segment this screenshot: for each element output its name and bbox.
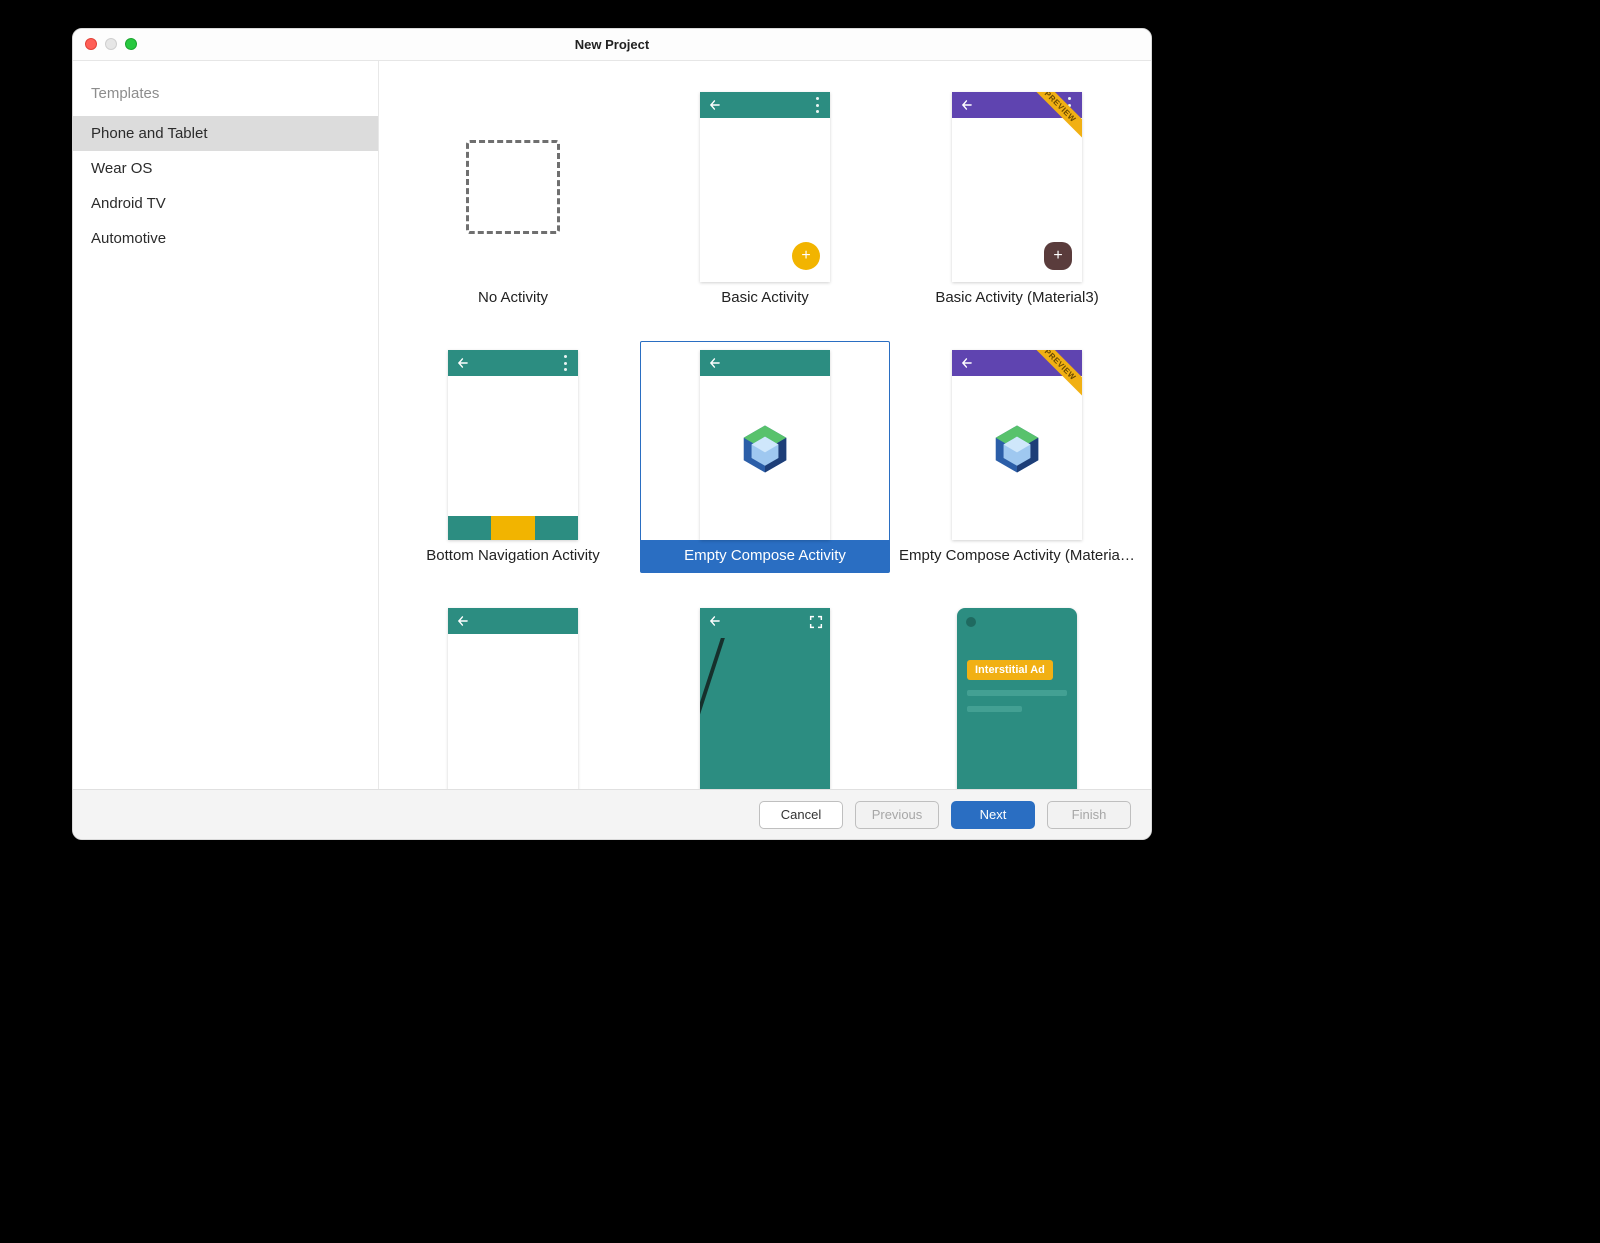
next-button[interactable]: Next bbox=[951, 801, 1035, 829]
template-thumbnail bbox=[448, 350, 578, 540]
overflow-menu-icon bbox=[558, 355, 572, 371]
fullscreen-icon bbox=[808, 614, 824, 630]
app-bar bbox=[448, 608, 578, 634]
template-thumbnail: Interstitial Ad bbox=[957, 608, 1077, 789]
dialog-body: Templates Phone and TabletWear OSAndroid… bbox=[73, 61, 1151, 789]
close-window-button[interactable] bbox=[85, 38, 97, 50]
minimize-window-button[interactable] bbox=[105, 38, 117, 50]
template-card[interactable]: Interstitial AdGoogle AdMob Ads Activity bbox=[892, 599, 1142, 789]
app-bar bbox=[448, 350, 578, 376]
template-scroll-area[interactable]: No Activity+Basic ActivityPREVIEW+Basic … bbox=[379, 61, 1151, 789]
template-label: Basic Activity (Material3) bbox=[893, 282, 1141, 314]
fab-icon: + bbox=[792, 242, 820, 270]
back-arrow-icon bbox=[456, 614, 470, 628]
template-label: Bottom Navigation Activity bbox=[389, 540, 637, 572]
template-gallery: No Activity+Basic ActivityPREVIEW+Basic … bbox=[379, 61, 1151, 789]
back-arrow-icon bbox=[708, 356, 722, 370]
template-card[interactable]: Empty Compose Activity bbox=[640, 341, 890, 573]
back-arrow-icon bbox=[960, 356, 974, 370]
finish-button[interactable]: Finish bbox=[1047, 801, 1131, 829]
template-card[interactable]: No Activity bbox=[388, 83, 638, 315]
template-card[interactable]: PREVIEWEmpty Compose Activity (Material3… bbox=[892, 341, 1142, 573]
app-bar bbox=[700, 350, 830, 376]
app-bar bbox=[700, 92, 830, 118]
dialog-footer: Cancel Previous Next Finish bbox=[73, 789, 1151, 839]
template-thumbnail: PREVIEW bbox=[952, 350, 1082, 540]
template-card[interactable]: Fullscreen Activity bbox=[640, 599, 890, 789]
template-label: No Activity bbox=[389, 282, 637, 314]
titlebar: New Project bbox=[73, 29, 1151, 61]
back-arrow-icon bbox=[708, 614, 722, 628]
template-thumbnail bbox=[700, 350, 830, 540]
dashed-placeholder-icon bbox=[466, 140, 560, 234]
sidebar-item-automotive[interactable]: Automotive bbox=[73, 221, 378, 256]
template-thumbnail: + bbox=[700, 92, 830, 282]
ad-badge: Interstitial Ad bbox=[967, 660, 1053, 680]
template-thumbnail bbox=[448, 92, 578, 282]
new-project-window: New Project Templates Phone and TabletWe… bbox=[72, 28, 1152, 840]
template-thumbnail bbox=[700, 608, 830, 789]
compose-logo-icon bbox=[989, 421, 1045, 477]
template-label: Empty Compose Activity bbox=[641, 540, 889, 572]
compose-logo-icon bbox=[737, 421, 793, 477]
template-card[interactable]: PREVIEW+Basic Activity (Material3) bbox=[892, 83, 1142, 315]
back-arrow-icon bbox=[708, 98, 722, 112]
previous-button[interactable]: Previous bbox=[855, 801, 939, 829]
template-label: Empty Compose Activity (Material3) bbox=[893, 540, 1141, 572]
template-thumbnail bbox=[448, 608, 578, 789]
sidebar-item-wear-os[interactable]: Wear OS bbox=[73, 151, 378, 186]
template-label: Basic Activity bbox=[641, 282, 889, 314]
sidebar: Templates Phone and TabletWear OSAndroid… bbox=[73, 61, 379, 789]
back-arrow-icon bbox=[456, 356, 470, 370]
fab-icon: + bbox=[1044, 242, 1072, 270]
template-card[interactable]: Empty Activity bbox=[388, 599, 638, 789]
back-arrow-icon bbox=[960, 98, 974, 112]
window-controls bbox=[85, 38, 137, 50]
cancel-button[interactable]: Cancel bbox=[759, 801, 843, 829]
overflow-menu-icon bbox=[810, 97, 824, 113]
template-card[interactable]: Bottom Navigation Activity bbox=[388, 341, 638, 573]
zoom-window-button[interactable] bbox=[125, 38, 137, 50]
sidebar-item-phone-and-tablet[interactable]: Phone and Tablet bbox=[73, 116, 378, 151]
window-title: New Project bbox=[575, 37, 649, 52]
bottom-navigation-icon bbox=[448, 516, 578, 540]
sidebar-item-android-tv[interactable]: Android TV bbox=[73, 186, 378, 221]
template-thumbnail: PREVIEW+ bbox=[952, 92, 1082, 282]
sidebar-header: Templates bbox=[73, 77, 378, 116]
template-card[interactable]: + Basic Activity bbox=[640, 83, 890, 315]
